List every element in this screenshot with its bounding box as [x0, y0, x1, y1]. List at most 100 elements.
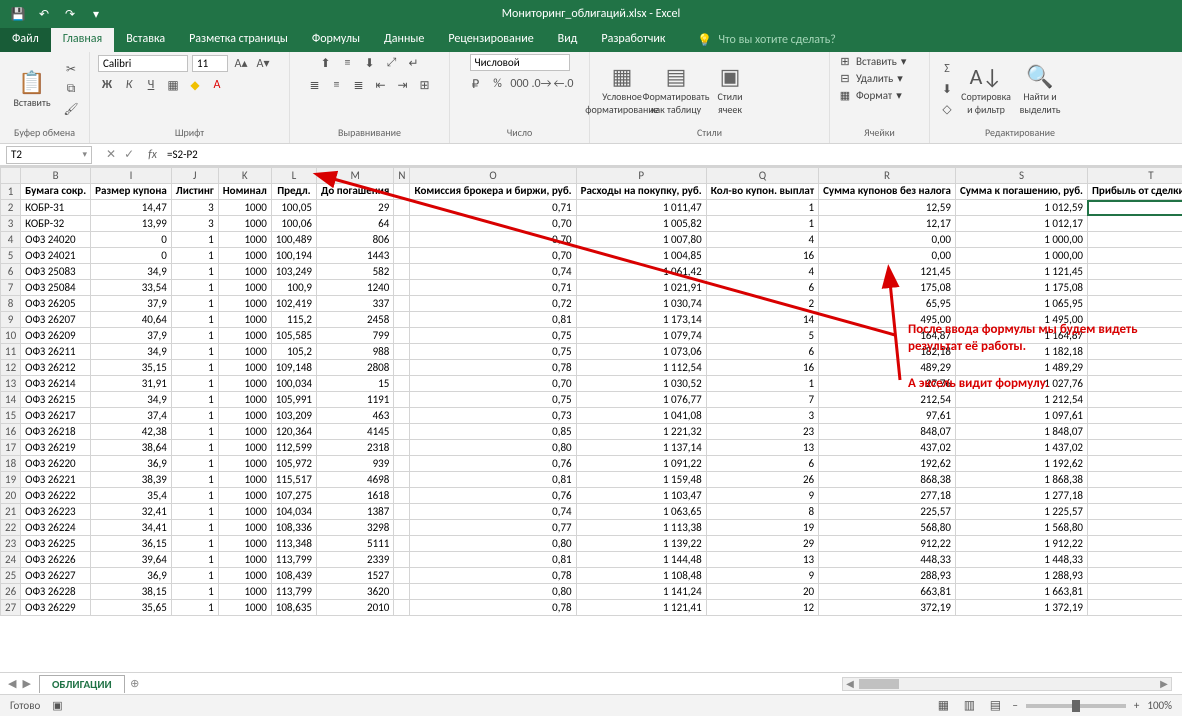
cell[interactable]: 0,75	[410, 344, 576, 360]
col-header[interactable]: K	[218, 168, 271, 184]
cell[interactable]: 1	[171, 312, 218, 328]
cell[interactable]: 38,39	[91, 472, 172, 488]
cell[interactable]: 2808	[316, 360, 393, 376]
cell[interactable]: 1	[171, 392, 218, 408]
cell[interactable]: 1 030,52	[576, 376, 706, 392]
cell[interactable]: 212,54	[819, 392, 956, 408]
cell[interactable]: ОФЗ 26221	[21, 472, 91, 488]
cell[interactable]	[394, 456, 410, 472]
copy-icon[interactable]: ⧉	[62, 80, 80, 98]
col-header[interactable]: Q	[706, 168, 818, 184]
cell[interactable]: 1240	[316, 280, 393, 296]
cell[interactable]: 1 173,14	[576, 312, 706, 328]
cell[interactable]: 1	[171, 488, 218, 504]
font-name-input[interactable]	[98, 55, 188, 72]
cell[interactable]: 0,00	[819, 248, 956, 264]
cell[interactable]: 1	[171, 520, 218, 536]
cell[interactable]: 15	[316, 376, 393, 392]
cell[interactable]	[1087, 552, 1182, 568]
align-bottom-icon[interactable]: ⬇	[361, 54, 379, 72]
cell[interactable]	[1087, 392, 1182, 408]
cell[interactable]: 799	[316, 328, 393, 344]
cell[interactable]: ОФЗ 26220	[21, 456, 91, 472]
cell[interactable]: 120,364	[271, 424, 316, 440]
cell[interactable]	[1087, 472, 1182, 488]
cell[interactable]: ОФЗ 24021	[21, 248, 91, 264]
cell[interactable]: 568,80	[819, 520, 956, 536]
cell[interactable]	[394, 568, 410, 584]
cell[interactable]	[394, 600, 410, 616]
cell[interactable]: 1 663,81	[955, 584, 1087, 600]
cell[interactable]: 65,95	[819, 296, 956, 312]
cell[interactable]: 108,439	[271, 568, 316, 584]
cell[interactable]: 1 848,07	[955, 424, 1087, 440]
cell[interactable]: 1 225,57	[955, 504, 1087, 520]
cell[interactable]: 1	[171, 504, 218, 520]
cell[interactable]	[394, 376, 410, 392]
cell[interactable]: 2458	[316, 312, 393, 328]
tab-developer[interactable]: Разработчик	[589, 28, 677, 52]
cell[interactable]: 13,99	[91, 216, 172, 232]
cell[interactable]: 1000	[218, 552, 271, 568]
cell[interactable]: ОФЗ 26211	[21, 344, 91, 360]
cell[interactable]: 1 192,62	[955, 456, 1087, 472]
cell[interactable]: 100,489	[271, 232, 316, 248]
cell[interactable]: 2	[706, 296, 818, 312]
cell[interactable]: 3620	[316, 584, 393, 600]
cell[interactable]: 806	[316, 232, 393, 248]
add-sheet-icon[interactable]: ⊕	[125, 677, 145, 690]
cell[interactable]	[394, 408, 410, 424]
cell[interactable]: 337	[316, 296, 393, 312]
paste-button[interactable]: 📋Вставить	[8, 57, 56, 121]
cell[interactable]: 1 113,38	[576, 520, 706, 536]
cell[interactable]: 1 277,18	[955, 488, 1087, 504]
cell[interactable]: 3	[171, 200, 218, 216]
align-center-icon[interactable]: ≡	[328, 76, 346, 94]
cell[interactable]: 6	[706, 344, 818, 360]
cell[interactable]: 1 079,74	[576, 328, 706, 344]
cell[interactable]: 1618	[316, 488, 393, 504]
cell[interactable]	[394, 360, 410, 376]
wrap-text-icon[interactable]: ↵	[405, 54, 423, 72]
cell[interactable]: 1 288,93	[955, 568, 1087, 584]
cell-styles-button[interactable]: ▣Стили ячеек	[706, 57, 754, 121]
tell-me-search[interactable]: Что вы хотите сделать?	[697, 28, 835, 52]
cell[interactable]: 1	[171, 456, 218, 472]
cell[interactable]: 372,19	[819, 600, 956, 616]
cell[interactable]: 1	[171, 264, 218, 280]
cell[interactable]	[394, 488, 410, 504]
cell[interactable]: 288,93	[819, 568, 956, 584]
border-icon[interactable]: ▦	[164, 76, 182, 94]
cell[interactable]: 1	[171, 328, 218, 344]
cell[interactable]: 113,799	[271, 584, 316, 600]
cell[interactable]	[394, 584, 410, 600]
cell[interactable]: 868,38	[819, 472, 956, 488]
cell[interactable]: 1 011,47	[576, 200, 706, 216]
cell[interactable]: 1 159,48	[576, 472, 706, 488]
autosum-icon[interactable]: Σ	[938, 60, 956, 78]
cell[interactable]: 0,70	[410, 232, 576, 248]
cell[interactable]: 1000	[218, 248, 271, 264]
cell[interactable]: 1000	[218, 360, 271, 376]
cell[interactable]	[394, 520, 410, 536]
formula-input[interactable]: =S2-P2	[163, 148, 1182, 161]
cell[interactable]: 1	[706, 376, 818, 392]
cell[interactable]: 988	[316, 344, 393, 360]
col-header[interactable]: T	[1087, 168, 1182, 184]
comma-icon[interactable]: 000	[511, 75, 529, 93]
cell[interactable]: ОФЗ 26223	[21, 504, 91, 520]
sheet-next-icon[interactable]: ▶	[22, 677, 30, 690]
cell[interactable]: 36,9	[91, 568, 172, 584]
cell[interactable]: ОФЗ 26212	[21, 360, 91, 376]
cell[interactable]: 1	[171, 424, 218, 440]
cell[interactable]: 35,4	[91, 488, 172, 504]
table-header-cell[interactable]: Листинг	[171, 184, 218, 200]
increase-indent-icon[interactable]: ⇥	[394, 76, 412, 94]
cell[interactable]: 1000	[218, 296, 271, 312]
fx-icon[interactable]: fx	[142, 148, 163, 162]
cell[interactable]: 1000	[218, 472, 271, 488]
cell[interactable]: 0,74	[410, 264, 576, 280]
cell[interactable]: 0,73	[410, 408, 576, 424]
cell[interactable]: 1000	[218, 504, 271, 520]
cell[interactable]: 1000	[218, 328, 271, 344]
